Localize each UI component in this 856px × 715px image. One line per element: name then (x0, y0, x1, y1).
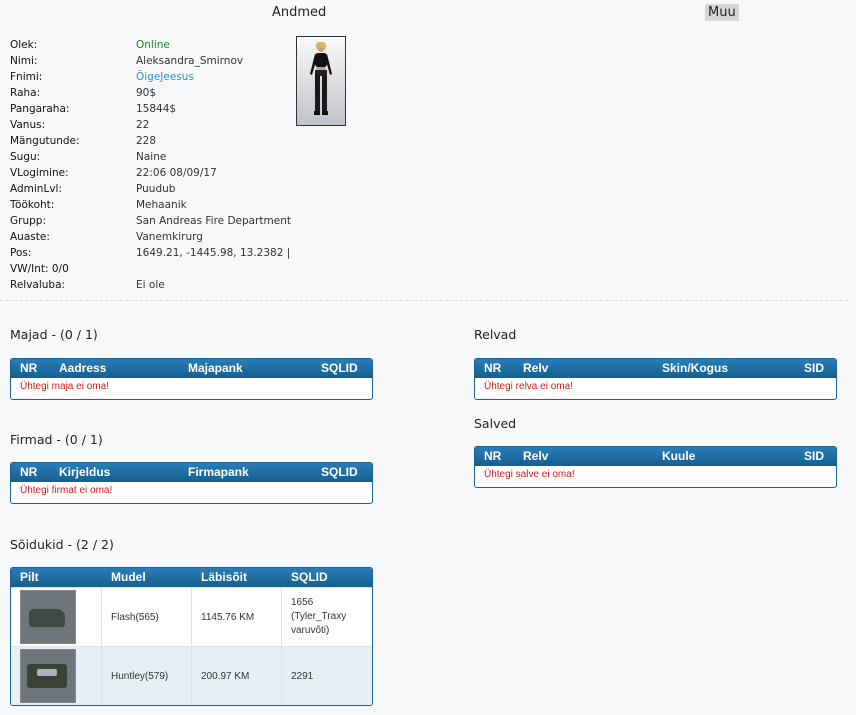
sqlid-owner: (Tyler_Traxy (291, 611, 347, 622)
info-label: Raha: (10, 87, 41, 99)
forum-name-link[interactable]: ÕigeJeesus (136, 69, 194, 85)
vehicle-image-cell (20, 647, 76, 705)
column-header: Majapank (188, 361, 243, 375)
info-value: 22 (136, 119, 150, 131)
soidukid-title: Sõidukid - (2 / 2) (10, 537, 114, 552)
column-header: SID (804, 361, 825, 375)
table-header: NR Aadress Majapank SQLID (11, 359, 372, 378)
vehicle-mileage: 1145.76 KM (201, 611, 255, 623)
info-label: Sugu: (10, 151, 41, 163)
info-label: Vanus: (10, 119, 46, 131)
info-value: Mehaanik (136, 199, 187, 211)
column-header: Läbisõit (201, 570, 248, 584)
column-header: SQLID (321, 465, 358, 479)
suv-icon (27, 664, 67, 688)
vehicle-thumbnail-flash (20, 590, 76, 644)
info-value: 228 (136, 135, 157, 147)
info-value: 90$ (136, 87, 157, 99)
column-header: Firmapank (188, 465, 249, 479)
tab-bar: Andmed Muu (0, 0, 856, 28)
salved-table: NR Relv Kuule SID Ühtegi salve ei oma! (474, 446, 837, 488)
info-value: Ei ole (136, 279, 165, 291)
info-value: 15844$ (136, 103, 177, 115)
vehicle-sqlid: 1656 (Tyler_Traxy varuvõti) (291, 588, 346, 646)
salved-title: Salved (474, 416, 517, 431)
info-value: San Andreas Fire Department (136, 215, 291, 227)
vehicle-model: Huntley(579) (111, 670, 169, 682)
column-header: SQLID (291, 570, 328, 584)
info-value: Puudub (136, 183, 176, 195)
empty-message: Ühtegi salve ei oma! (484, 469, 575, 480)
info-label: Töökoht: (10, 199, 55, 211)
vehicle-sqlid: 2291 (291, 670, 314, 682)
info-label: VW/Int: 0/0 (10, 263, 69, 275)
column-header: Pilt (20, 570, 39, 584)
relvad-title: Relvad (474, 327, 517, 342)
info-label: Mängutunde: (10, 135, 80, 147)
info-label: Auaste: (10, 231, 50, 243)
info-label: VLogimine: (10, 167, 69, 179)
tab-muu[interactable]: Muu (705, 4, 739, 21)
majad-title: Majad - (0 / 1) (10, 327, 98, 342)
info-value: 22:06 08/09/17 (136, 167, 217, 179)
table-row: Huntley(579) 200.97 KM 2291 (11, 646, 372, 705)
column-header: Relv (523, 449, 549, 463)
info-value: Online (136, 39, 170, 51)
character-figure-icon (310, 42, 332, 115)
column-header: NR (484, 449, 502, 463)
majad-table: NR Aadress Majapank SQLID Ühtegi maja ei… (10, 358, 373, 400)
sqlid-note: varuvõti) (291, 625, 330, 636)
column-header: SID (804, 449, 825, 463)
info-label: Grupp: (10, 215, 46, 227)
empty-message: Ühtegi relva ei oma! (484, 381, 573, 392)
column-header: Aadress (59, 361, 107, 375)
relvad-table: NR Relv Skin/Kogus SID Ühtegi relva ei o… (474, 358, 837, 400)
sqlid-value: 1656 (291, 597, 314, 608)
vehicle-model: Flash(565) (111, 611, 159, 623)
column-header: Relv (523, 361, 549, 375)
info-label: Pangaraha: (10, 103, 70, 115)
tab-andmed[interactable]: Andmed (272, 5, 326, 20)
info-label: Relvaluba: (10, 279, 66, 291)
info-value: Vanemkirurg (136, 231, 203, 243)
table-row: Flash(565) 1145.76 KM 1656 (Tyler_Traxy … (11, 587, 372, 646)
table-header: Pilt Mudel Läbisõit SQLID (11, 568, 372, 587)
info-label: AdminLvl: (10, 183, 62, 195)
table-header: NR Relv Skin/Kogus SID (475, 359, 836, 378)
info-value: Aleksandra_Smirnov (136, 55, 244, 67)
column-header: NR (20, 361, 38, 375)
column-header: Mudel (111, 570, 146, 584)
column-header: Kirjeldus (59, 465, 111, 479)
info-value: 1649.21, -1445.98, 13.2382 | (136, 247, 291, 259)
column-header: Skin/Kogus (662, 361, 729, 375)
column-header: NR (20, 465, 38, 479)
info-label: Olek: (10, 39, 38, 51)
empty-message: Ühtegi maja ei oma! (20, 381, 109, 392)
table-header: NR Kirjeldus Firmapank SQLID (11, 463, 372, 482)
section-divider (0, 300, 848, 301)
firmad-title: Firmad - (0 / 1) (10, 432, 103, 447)
vehicle-thumbnail-huntley (20, 649, 76, 703)
info-label: Nimi: (10, 55, 38, 67)
vehicle-mileage: 200.97 KM (201, 670, 250, 682)
vehicle-image-cell (20, 588, 76, 646)
table-header: NR Relv Kuule SID (475, 447, 836, 466)
firmad-table: NR Kirjeldus Firmapank SQLID Ühtegi firm… (10, 462, 373, 504)
soidukid-table: Pilt Mudel Läbisõit SQLID Flash(565) 114… (10, 567, 373, 706)
column-header: Kuule (662, 449, 696, 463)
info-label: Pos: (10, 247, 32, 259)
empty-message: Ühtegi firmat ei oma! (20, 485, 113, 496)
info-label: Fnimi: (10, 71, 43, 83)
info-value: Naine (136, 151, 167, 163)
character-skin-image (296, 36, 346, 126)
column-header: SQLID (321, 361, 358, 375)
column-header: NR (484, 361, 502, 375)
car-icon (29, 609, 65, 627)
